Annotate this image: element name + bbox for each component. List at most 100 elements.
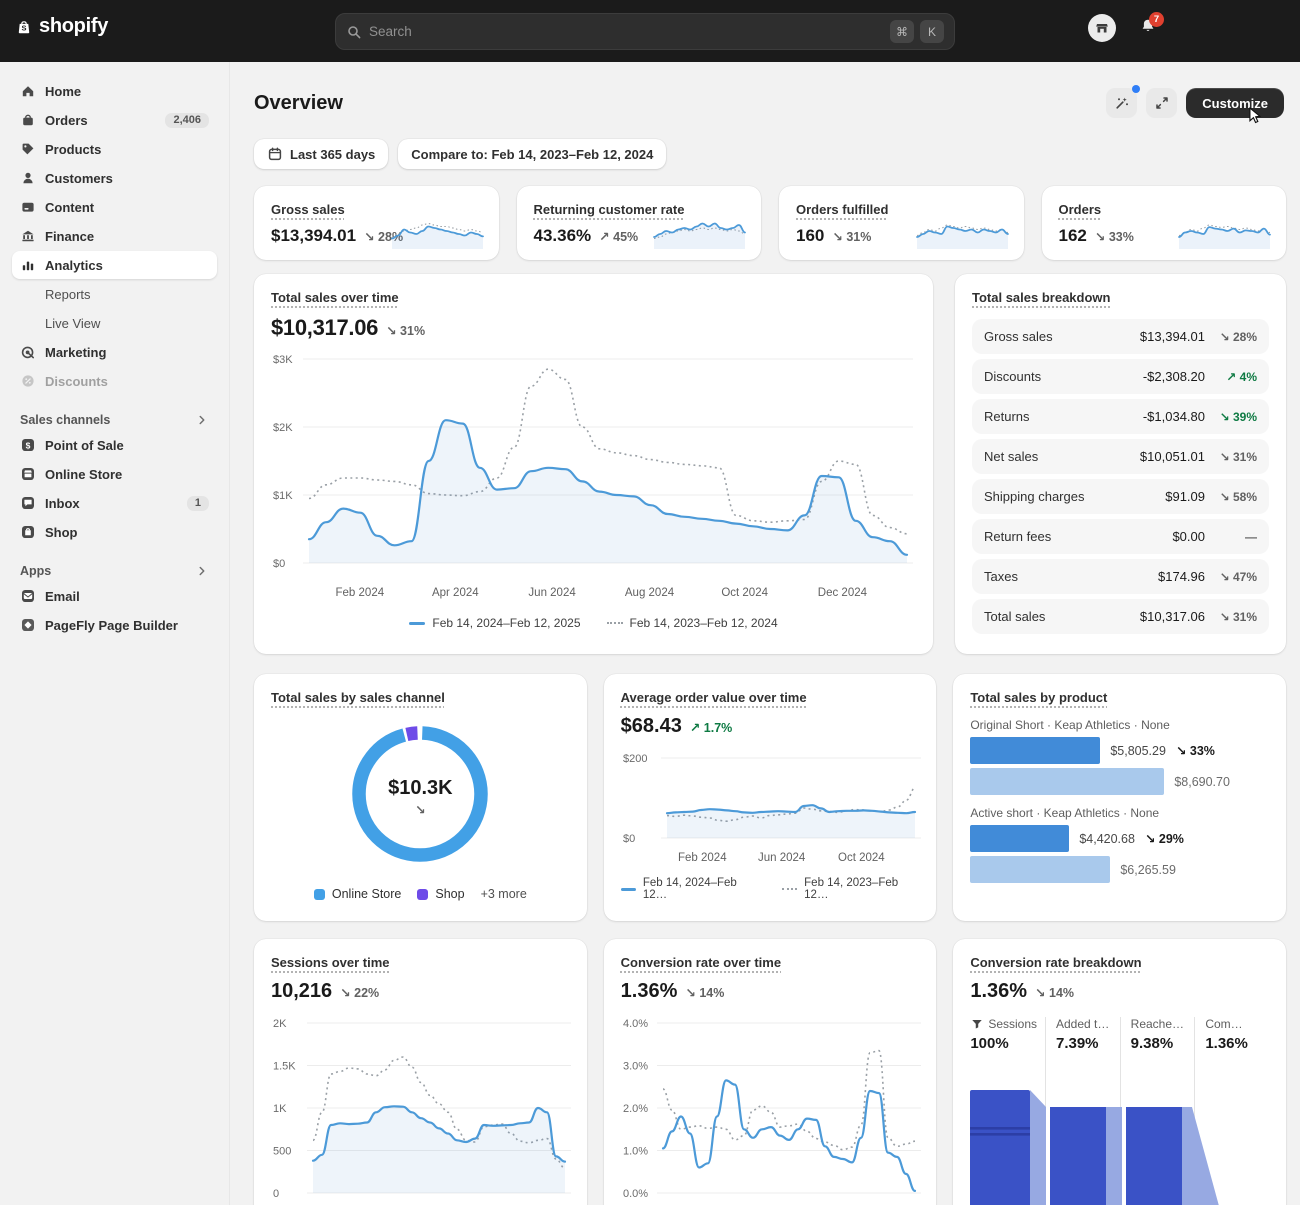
funnel-step-label: Added t… (1056, 1017, 1109, 1031)
storefront-icon (1094, 20, 1110, 36)
funnel-icon (970, 1017, 984, 1031)
products-title[interactable]: Total sales by product (970, 690, 1107, 705)
chevron-right-icon[interactable] (195, 413, 209, 427)
breakdown-row-gross-sales: Gross sales$13,394.01↘ 28% (972, 319, 1269, 354)
breakdown-row-returns: Returns-$1,034.80↘ 39% (972, 399, 1269, 434)
search-input[interactable]: Search ⌘ K (335, 13, 955, 50)
aov-chart: $0$200Feb 2024Jun 2024Oct 2024 (621, 742, 921, 866)
sidebar-item-label: Customers (45, 171, 113, 186)
svg-text:3.0%: 3.0% (623, 1061, 648, 1073)
total-sales-delta: ↘ 31% (386, 323, 425, 338)
sidebar-item-point-of-sale[interactable]: $ Point of Sale (12, 431, 217, 459)
svg-text:Jun 2024: Jun 2024 (758, 852, 806, 864)
svg-text:500: 500 (273, 1146, 291, 1158)
sidebar-item-live-view[interactable]: Live View (12, 309, 217, 337)
page-title: Overview (254, 92, 343, 115)
product-previous-row: $6,265.59 (970, 856, 1269, 883)
date-range-label: Last 365 days (290, 147, 375, 162)
sidebar-section-title: Sales channels (20, 413, 110, 427)
sidebar-item-shop[interactable]: Shop (12, 518, 217, 546)
customize-button[interactable]: Customize (1186, 88, 1284, 118)
sidebar-item-label: PageFly Page Builder (45, 618, 178, 633)
funnel-value: 1.36% (970, 980, 1027, 1003)
funnel-bars-chart (970, 1075, 1275, 1205)
shop-icon (20, 524, 36, 540)
sidebar-item-reports[interactable]: Reports (12, 280, 217, 308)
shopify-logo[interactable]: S shopify (16, 15, 108, 38)
aov-title[interactable]: Average order value over time (621, 690, 807, 705)
sidebar-item-label: Marketing (45, 345, 106, 360)
sales-by-product-card: Total sales by product Original Short · … (953, 674, 1286, 921)
svg-text:$3K: $3K (273, 354, 293, 366)
channel-more-label[interactable]: +3 more (481, 887, 527, 901)
notifications-button[interactable]: 7 (1140, 18, 1156, 39)
svg-text:$: $ (26, 440, 31, 450)
current-period-value: $4,420.68 (1079, 832, 1135, 846)
breakdown-value: -$2,308.20 (1143, 369, 1205, 384)
topbar-actions: 7 (1088, 14, 1156, 42)
sidebar-item-email[interactable]: Email (12, 582, 217, 610)
sidebar-item-marketing[interactable]: Marketing (12, 338, 217, 366)
sidebar-item-label: Discounts (45, 374, 108, 389)
breakdown-list: Gross sales$13,394.01↘ 28%Discounts-$2,3… (972, 319, 1269, 634)
solid-line-swatch (621, 888, 636, 891)
sidebar-section-title: Apps (20, 564, 51, 578)
sidebar-item-inbox[interactable]: Inbox1 (12, 489, 217, 517)
svg-text:Feb 2024: Feb 2024 (678, 852, 727, 864)
insights-button[interactable] (1106, 88, 1137, 118)
sidebar-item-analytics[interactable]: Analytics (12, 251, 217, 279)
date-range-picker[interactable]: Last 365 days (254, 139, 388, 169)
conversion-title[interactable]: Conversion rate over time (621, 955, 781, 970)
kpi-title[interactable]: Orders (1059, 202, 1102, 217)
total-sales-title[interactable]: Total sales over time (271, 290, 399, 305)
breakdown-delta: ↗ 4% (1205, 370, 1257, 384)
expand-button[interactable] (1146, 88, 1177, 118)
discounts-icon (20, 373, 36, 389)
funnel-title[interactable]: Conversion rate breakdown (970, 955, 1141, 970)
sessions-title[interactable]: Sessions over time (271, 955, 390, 970)
search-icon (346, 24, 362, 40)
svg-text:1K: 1K (273, 1103, 287, 1115)
product-bars: Original Short · Keap Athletics · None$5… (970, 718, 1269, 883)
legend-item: Feb 14, 2024–Feb 12, 2025 (409, 616, 580, 630)
sessions-value: 10,216 (271, 980, 332, 1003)
products-icon (20, 141, 36, 157)
breakdown-label: Gross sales (984, 329, 1140, 344)
marketing-icon (20, 344, 36, 360)
sidebar-item-pagefly-page-builder[interactable]: PageFly Page Builder (12, 611, 217, 639)
current-period-bar (970, 825, 1069, 852)
kpi-title[interactable]: Gross sales (271, 202, 345, 217)
sidebar-item-customers[interactable]: Customers (12, 164, 217, 192)
shopify-bag-icon: S (16, 19, 32, 35)
legend-item: Feb 14, 2023–Feb 12, 2024 (607, 616, 778, 630)
breakdown-row-shipping-charges: Shipping charges$91.09↘ 58% (972, 479, 1269, 514)
sidebar-item-label: Point of Sale (45, 438, 124, 453)
breakdown-value: $10,317.06 (1140, 609, 1205, 624)
legend-swatch (417, 889, 428, 900)
compare-picker[interactable]: Compare to: Feb 14, 2023–Feb 12, 2024 (398, 139, 666, 169)
sidebar-item-label: Shop (45, 525, 78, 540)
breakdown-value: $13,394.01 (1140, 329, 1205, 344)
chevron-right-icon[interactable] (195, 564, 209, 578)
sidebar-item-online-store[interactable]: Online Store (12, 460, 217, 488)
sidebar-item-content[interactable]: Content (12, 193, 217, 221)
breakdown-row-return-fees: Return fees$0.00— (972, 519, 1269, 554)
conversion-delta: ↘ 14% (685, 985, 724, 1000)
sidebar-item-products[interactable]: Products (12, 135, 217, 163)
sidebar-item-label: Analytics (45, 258, 103, 273)
sidebar-item-orders[interactable]: Orders2,406 (12, 106, 217, 134)
sidebar-item-label: Home (45, 84, 81, 99)
channel-title[interactable]: Total sales by sales channel (271, 690, 445, 705)
sidebar-item-discounts[interactable]: Discounts (12, 367, 217, 395)
svg-text:$200: $200 (623, 753, 647, 765)
store-avatar[interactable] (1088, 14, 1116, 42)
breakdown-title[interactable]: Total sales breakdown (972, 290, 1110, 305)
product-group-label: Original Short · Keap Athletics · None (970, 718, 1269, 732)
sales-by-channel-card: Total sales by sales channel $10.3K ↘ On… (254, 674, 587, 921)
legend-label: Feb 14, 2023–Feb 12… (804, 877, 919, 901)
kpi-title[interactable]: Orders fulfilled (796, 202, 888, 217)
sidebar-item-home[interactable]: Home (12, 77, 217, 105)
sidebar-item-finance[interactable]: Finance (12, 222, 217, 250)
svg-text:0: 0 (273, 1188, 279, 1200)
sessions-card: Sessions over time 10,216 ↘ 22% 05001K1.… (254, 939, 587, 1205)
